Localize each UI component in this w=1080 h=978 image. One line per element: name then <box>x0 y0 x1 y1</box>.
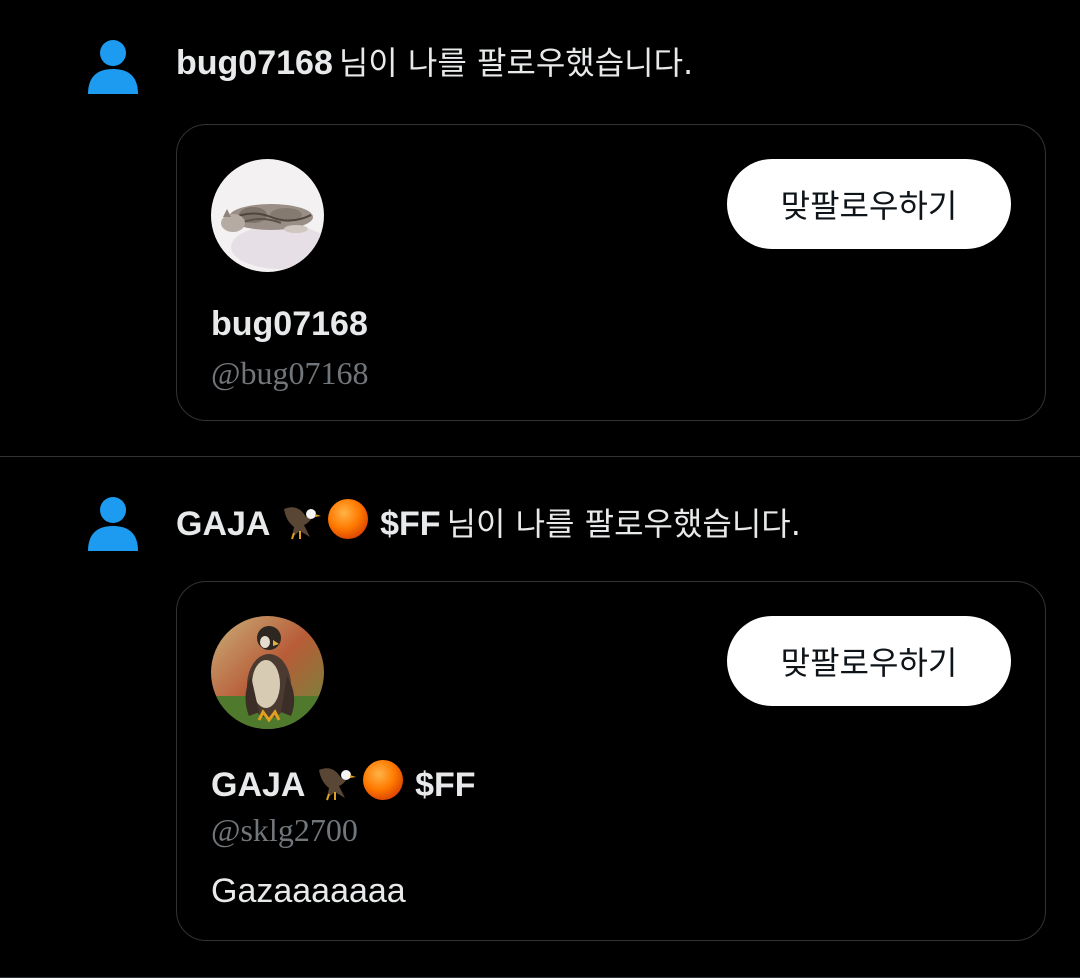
user-bio: Gazaaaaaaa <box>211 872 406 910</box>
action-text: 님이 나를 팔로우했습니다. <box>338 44 694 82</box>
falcon-avatar[interactable] <box>211 616 324 729</box>
follow-notification[interactable]: bug07168 님이 나를 팔로우했습니다. 맞팔로우하기 bug07168 @… <box>0 0 1080 457</box>
notification-headline: bug07168 님이 나를 팔로우했습니다. <box>176 40 693 86</box>
actor-name-text: GAJA <box>176 505 270 543</box>
user-card[interactable]: 맞팔로우하기 GAJA $FF @sklg2700 Gazaaaaaaa <box>176 581 1046 941</box>
display-name[interactable]: GAJA $FF <box>211 758 476 808</box>
user-handle: @bug07168 <box>211 355 369 391</box>
eagle-emoji <box>318 768 356 801</box>
actor-name-suffix: $FF <box>380 505 441 543</box>
user-handle: @sklg2700 <box>211 812 358 848</box>
follow-back-button[interactable]: 맞팔로우하기 <box>727 159 1011 249</box>
person-icon <box>88 497 138 551</box>
eagle-emoji <box>283 507 321 540</box>
action-text: 님이 나를 팔로우했습니다. <box>446 505 801 543</box>
cat-avatar[interactable] <box>211 159 324 272</box>
display-name-text: bug07168 <box>211 305 368 343</box>
display-name-suffix: $FF <box>415 766 476 804</box>
display-name[interactable]: bug07168 <box>211 301 368 347</box>
follow-notification[interactable]: GAJA $FF 님이 나를 팔로우했습니다. 맞팔로우하기 GAJA $FF … <box>0 457 1080 978</box>
notification-headline: GAJA $FF 님이 나를 팔로우했습니다. <box>176 497 801 547</box>
orange-circle-emoji <box>327 499 368 539</box>
follow-back-button[interactable]: 맞팔로우하기 <box>727 616 1011 706</box>
orange-circle-emoji <box>362 760 403 800</box>
person-icon <box>88 40 138 94</box>
user-card[interactable]: 맞팔로우하기 bug07168 @bug07168 <box>176 124 1046 421</box>
actor-name[interactable]: GAJA $FF <box>176 499 441 543</box>
display-name-text: GAJA <box>211 766 305 804</box>
actor-name[interactable]: bug07168 <box>176 44 333 82</box>
